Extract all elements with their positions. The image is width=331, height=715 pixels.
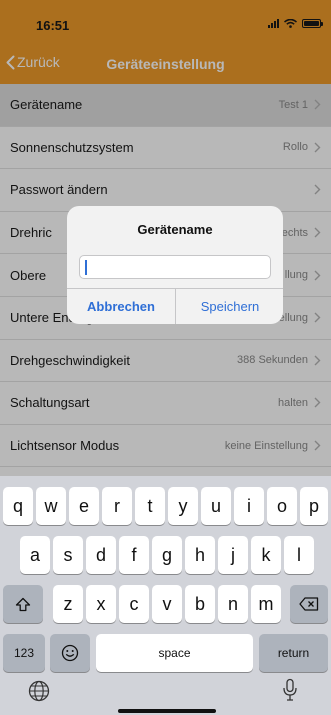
key-r[interactable]: r — [102, 487, 132, 525]
key-d[interactable]: d — [86, 536, 116, 574]
key-y[interactable]: y — [168, 487, 198, 525]
microphone-icon — [283, 678, 297, 701]
key-g[interactable]: g — [152, 536, 182, 574]
emoji-key[interactable] — [50, 634, 90, 672]
key-e[interactable]: e — [69, 487, 99, 525]
key-m[interactable]: m — [251, 585, 281, 623]
key-t[interactable]: t — [135, 487, 165, 525]
key-x[interactable]: x — [86, 585, 116, 623]
numbers-key[interactable]: 123 — [3, 634, 45, 672]
key-j[interactable]: j — [218, 536, 248, 574]
shift-icon — [15, 597, 31, 611]
key-w[interactable]: w — [36, 487, 66, 525]
key-o[interactable]: o — [267, 487, 297, 525]
key-c[interactable]: c — [119, 585, 149, 623]
key-s[interactable]: s — [53, 536, 83, 574]
return-key[interactable]: return — [259, 634, 328, 672]
key-k[interactable]: k — [251, 536, 281, 574]
emoji-icon — [61, 644, 79, 662]
text-cursor — [85, 260, 87, 275]
key-h[interactable]: h — [185, 536, 215, 574]
key-z[interactable]: z — [53, 585, 83, 623]
key-l[interactable]: l — [284, 536, 314, 574]
save-button[interactable]: Speichern — [176, 289, 283, 324]
rename-alert-dialog: Gerätename Abbrechen Speichern — [67, 206, 283, 324]
alert-title: Gerätename — [137, 222, 213, 237]
key-p[interactable]: p — [300, 487, 328, 525]
key-a[interactable]: a — [20, 536, 50, 574]
delete-key[interactable] — [290, 585, 328, 623]
device-name-input[interactable] — [79, 255, 271, 279]
shift-key[interactable] — [3, 585, 43, 623]
home-indicator — [118, 709, 216, 713]
key-q[interactable]: q — [3, 487, 33, 525]
key-f[interactable]: f — [119, 536, 149, 574]
key-i[interactable]: i — [234, 487, 264, 525]
globe-icon — [28, 680, 50, 702]
key-v[interactable]: v — [152, 585, 182, 623]
key-u[interactable]: u — [201, 487, 231, 525]
keyboard: q w e r t y u i o p a s d f g h j k l z … — [0, 476, 331, 715]
backspace-icon — [299, 597, 319, 611]
dictation-button[interactable] — [282, 678, 298, 707]
cancel-button[interactable]: Abbrechen — [67, 289, 175, 324]
globe-button[interactable] — [28, 680, 50, 707]
key-n[interactable]: n — [218, 585, 248, 623]
space-key[interactable]: space — [96, 634, 253, 672]
key-b[interactable]: b — [185, 585, 215, 623]
